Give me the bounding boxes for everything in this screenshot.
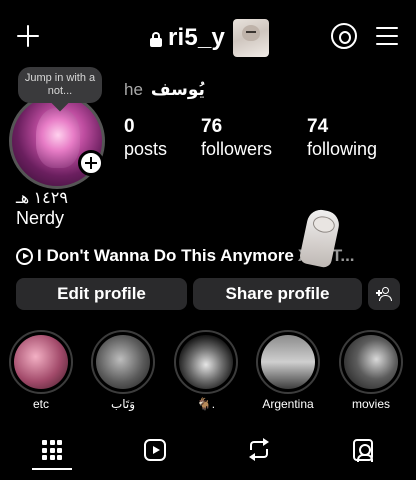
highlight-cover[interactable] [9,330,73,394]
highlight-label: 🐐. [196,397,216,411]
following-label: following [307,139,378,159]
following-count: 74 [307,116,329,137]
lock-icon [150,31,162,47]
tab-grid[interactable] [0,430,104,470]
highlight-cover[interactable] [91,330,155,394]
full-name: يُوسف [150,80,205,99]
stat-followers[interactable]: 76 followers [201,116,272,160]
bio-line-1: ١٤٢٩ هـ [16,190,68,207]
highlight-label: وَتَاب [110,397,136,411]
person-plus-icon [376,287,392,301]
posts-count: 0 [124,116,135,137]
threads-icon[interactable] [331,23,357,49]
active-tab-indicator [32,468,72,470]
username: ri5_y [168,24,226,51]
share-profile-button[interactable]: Share profile [193,278,362,310]
stat-posts[interactable]: 0 posts [124,116,167,160]
profile-tabs [0,430,416,480]
highlight-cover[interactable] [339,330,403,394]
discover-people-button[interactable] [368,278,400,310]
highlight-label: movies [351,397,390,411]
plus-icon[interactable] [16,24,40,48]
followers-label: followers [201,139,273,159]
highlight-item[interactable]: etc [9,330,73,411]
highlight-item[interactable]: movies [339,330,403,411]
note-bubble[interactable]: Jump in with a not... [18,67,102,103]
play-circle-icon [16,247,33,265]
highlight-label: etc [32,397,49,411]
top-bar: ri5_y [0,18,416,58]
highlight-cover[interactable] [174,330,238,394]
music-track: I Don't Wanna Do This Anymore [37,246,294,265]
highlight-item[interactable]: 🐐. [174,330,238,411]
highlight-item[interactable]: وَتَاب [91,330,155,411]
add-story-icon[interactable] [78,150,104,176]
repost-icon[interactable] [248,438,270,461]
cat-sticker [233,19,270,57]
name-row: he يُوسف [124,80,205,100]
highlight-cover[interactable] [256,330,320,394]
account-switcher[interactable]: ri5_y [150,19,270,57]
bio-line-2: Nerdy [16,208,65,228]
posts-label: posts [124,139,168,159]
highlight-label: Argentina [262,397,314,411]
stat-following[interactable]: 74 following [307,116,377,160]
pronouns: he [124,80,143,99]
reels-icon[interactable] [144,439,166,461]
highlight-item[interactable]: Argentina [256,330,320,411]
grid-icon [42,440,62,460]
followers-count: 76 [201,116,223,137]
hamburger-menu-icon[interactable] [376,26,398,46]
profile-music[interactable]: I Don't Wanna Do This Anymore XXXT... [16,245,400,267]
edit-profile-button[interactable]: Edit profile [16,278,187,310]
tagged-icon[interactable] [353,439,373,462]
